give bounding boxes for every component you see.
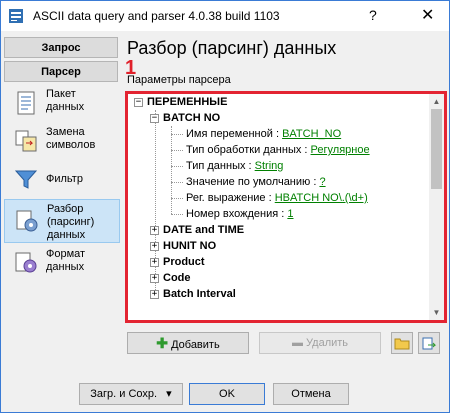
sidebar-item-label: Разбор: [47, 203, 84, 215]
scroll-down-icon[interactable]: ▼: [429, 305, 444, 320]
tree-node-date-time[interactable]: + DATE and TIME: [150, 224, 244, 240]
page-title: Разбор (парсинг) данных: [127, 38, 337, 58]
tree-prop-default-value[interactable]: Значение по умолчанию : ?: [186, 176, 326, 192]
sidebar-item-label: Замена: [46, 126, 85, 138]
tree-node-batch-interval[interactable]: + Batch Interval: [150, 288, 236, 304]
sidebar-item-label: Фильтр: [46, 173, 83, 185]
tree-prop-occurrence-number[interactable]: Номер вхождения : 1: [186, 208, 294, 224]
title-bar: ASCII data query and parser 4.0.38 build…: [1, 1, 449, 31]
dropdown-arrow-icon: ▾: [166, 388, 172, 400]
prop-label: Тип данных :: [186, 160, 255, 172]
add-button[interactable]: ✚ Добавить: [127, 332, 249, 354]
tree-node-label: Batch Interval: [163, 288, 236, 300]
prop-label: Имя переменной :: [186, 128, 283, 140]
prop-label: Значение по умолчанию :: [186, 176, 320, 188]
expand-icon[interactable]: +: [150, 241, 159, 251]
parsing-gear-icon: [16, 210, 38, 232]
tree-prop-data-type[interactable]: Тип данных : String: [186, 160, 283, 176]
minus-icon: ▬: [291, 337, 303, 349]
window-title: ASCII data query and parser 4.0.38 build…: [33, 9, 280, 23]
prop-label: Рег. выражение :: [186, 192, 275, 204]
prop-value-link[interactable]: Регулярное: [311, 144, 370, 156]
expand-icon[interactable]: +: [150, 273, 159, 283]
sidebar-item-parsing[interactable]: Разбор (парсинг) данных: [4, 199, 120, 243]
sidebar-item-label: Пакет: [46, 88, 76, 100]
close-button[interactable]: ✕: [421, 5, 434, 25]
prop-value-link[interactable]: ?: [319, 176, 325, 188]
parser-tree[interactable]: − ПЕРЕМЕННЫЕ − BATCH NO Имя переменной : B…: [128, 94, 426, 320]
help-button[interactable]: ?: [369, 7, 377, 23]
tree-prop-regex[interactable]: Рег. выражение : HBATCH NO\.(\d+): [186, 192, 368, 208]
tree-node-code[interactable]: + Code: [150, 272, 191, 288]
prop-value-link[interactable]: HBATCH NO\.(\d+): [275, 192, 368, 204]
collapse-icon[interactable]: −: [150, 113, 159, 123]
tree-node-batch-no[interactable]: − BATCH NO: [150, 112, 220, 128]
tab-query[interactable]: Запрос: [4, 37, 118, 58]
plus-icon: ✚: [156, 335, 169, 351]
import-export-button[interactable]: [418, 332, 440, 354]
sidebar-item-data-packet[interactable]: Пакет данных: [4, 85, 120, 123]
open-folder-button[interactable]: [391, 332, 413, 354]
app-icon: [9, 9, 23, 23]
delete-button[interactable]: ▬ Удалить: [259, 332, 381, 354]
expand-icon[interactable]: +: [150, 289, 159, 299]
tree-prop-variable-name[interactable]: Имя переменной : BATCH_NO: [186, 128, 341, 144]
ok-button[interactable]: OK: [189, 383, 265, 405]
tree-node-label: ПЕРЕМЕННЫЕ: [147, 96, 228, 108]
sidebar-item-label: данных: [46, 101, 85, 113]
prop-value-link[interactable]: 1: [287, 208, 293, 220]
tree-node-label: BATCH NO: [163, 112, 221, 124]
parser-tree-panel: − ПЕРЕМЕННЫЕ − BATCH NO Имя переменной : B…: [125, 91, 447, 323]
sidebar-item-label: Формат: [46, 248, 86, 260]
filter-funnel-icon: [14, 170, 38, 189]
tree-prop-processing-type[interactable]: Тип обработки данных : Регулярное: [186, 144, 370, 160]
collapse-icon[interactable]: −: [134, 97, 143, 107]
prop-label: Тип обработки данных :: [186, 144, 311, 156]
tab-parser[interactable]: Парсер: [4, 61, 118, 82]
tree-vertical-scrollbar[interactable]: ▲ ▼: [429, 94, 444, 320]
sidebar-item-char-replace[interactable]: Замена символов: [4, 123, 120, 161]
prop-value-link[interactable]: BATCH_NO: [282, 128, 341, 140]
tree-node-label: Code: [163, 272, 191, 284]
prop-value-link[interactable]: String: [255, 160, 284, 172]
format-gear-icon: [15, 252, 37, 273]
parser-params-label: Параметры парсера: [127, 74, 231, 86]
sidebar-item-filter[interactable]: Фильтр: [4, 161, 120, 199]
sidebar: Запрос Парсер Пакет данных Замена символ…: [1, 33, 121, 279]
folder-icon: [394, 338, 410, 350]
sidebar-item-label: данных: [47, 229, 86, 241]
cancel-button[interactable]: Отмена: [273, 383, 349, 405]
scroll-thumb[interactable]: [431, 109, 442, 189]
sidebar-item-label: данных: [46, 261, 85, 273]
tree-node-label: HUNIT NO: [163, 240, 217, 252]
load-save-button[interactable]: Загр. и Сохр. ▾: [79, 383, 183, 405]
document-list-icon: [17, 91, 35, 115]
app-window: ASCII data query and parser 4.0.38 build…: [0, 0, 450, 413]
expand-icon[interactable]: +: [150, 225, 159, 235]
sidebar-item-label: (парсинг): [47, 216, 95, 228]
tree-node-variables[interactable]: − ПЕРЕМЕННЫЕ: [134, 96, 227, 112]
sidebar-item-label: символов: [46, 139, 96, 151]
transfer-icon: [422, 337, 437, 350]
tree-node-product[interactable]: + Product: [150, 256, 205, 272]
expand-icon[interactable]: +: [150, 257, 159, 267]
tree-node-label: DATE and TIME: [163, 224, 245, 236]
tree-node-label: Product: [163, 256, 205, 268]
scroll-up-icon[interactable]: ▲: [429, 94, 444, 109]
sidebar-item-data-format[interactable]: Формат данных: [4, 245, 120, 283]
prop-label: Номер вхождения :: [186, 208, 288, 220]
replace-icon: [15, 130, 37, 152]
tree-node-hunit-no[interactable]: + HUNIT NO: [150, 240, 216, 256]
